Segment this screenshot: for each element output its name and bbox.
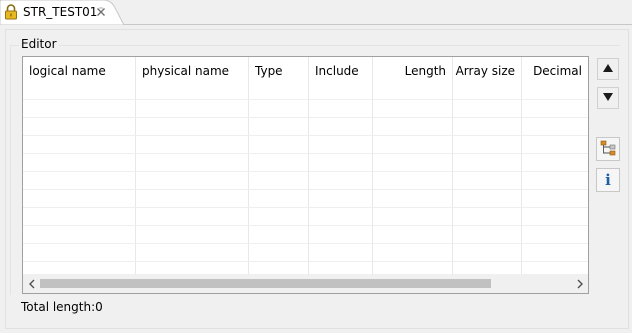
info-button[interactable]: i xyxy=(596,168,620,192)
table-row-empty[interactable] xyxy=(23,153,588,171)
info-icon: i xyxy=(605,171,611,189)
triangle-up-icon xyxy=(602,62,614,76)
total-length-label: Total length:0 xyxy=(21,300,103,314)
table-row-empty[interactable] xyxy=(23,207,588,225)
lock-icon xyxy=(4,4,18,20)
move-up-button[interactable] xyxy=(597,58,619,80)
table-row-empty[interactable] xyxy=(23,189,588,207)
move-down-button[interactable] xyxy=(597,87,619,109)
table-row-empty[interactable] xyxy=(23,117,588,135)
column-header-logical-name[interactable]: logical name xyxy=(23,57,136,99)
table-row-empty[interactable] xyxy=(23,171,588,189)
column-header-type[interactable]: Type xyxy=(249,57,309,99)
close-icon[interactable] xyxy=(96,6,106,16)
table-header: logical name physical name Type Include … xyxy=(23,57,588,99)
scrollbar-thumb[interactable] xyxy=(40,279,491,288)
column-header-physical-name[interactable]: physical name xyxy=(136,57,249,99)
table-body[interactable] xyxy=(23,99,588,275)
table-row-empty[interactable] xyxy=(23,135,588,153)
table-row-empty[interactable] xyxy=(23,99,588,117)
column-header-array-size[interactable]: Array size xyxy=(453,57,522,99)
column-header-include[interactable]: Include xyxy=(309,57,373,99)
table-row-empty[interactable] xyxy=(23,243,588,261)
editor-group-label: Editor xyxy=(19,37,59,51)
triangle-down-icon xyxy=(602,91,614,105)
fields-table[interactable]: logical name physical name Type Include … xyxy=(22,56,589,294)
tab-str-test01[interactable]: STR_TEST01 xyxy=(0,0,124,25)
hierarchy-icon xyxy=(600,140,616,159)
tab-title: STR_TEST01 xyxy=(23,5,98,19)
editor-tab-bar: STR_TEST01 xyxy=(0,0,632,25)
chevron-right-icon[interactable] xyxy=(571,274,588,293)
horizontal-scrollbar[interactable] xyxy=(23,274,588,293)
chevron-left-icon[interactable] xyxy=(23,274,40,293)
table-row-empty[interactable] xyxy=(23,225,588,243)
column-header-length[interactable]: Length xyxy=(373,57,453,99)
column-header-decimal[interactable]: Decimal xyxy=(522,57,588,99)
structure-button[interactable] xyxy=(596,137,620,161)
